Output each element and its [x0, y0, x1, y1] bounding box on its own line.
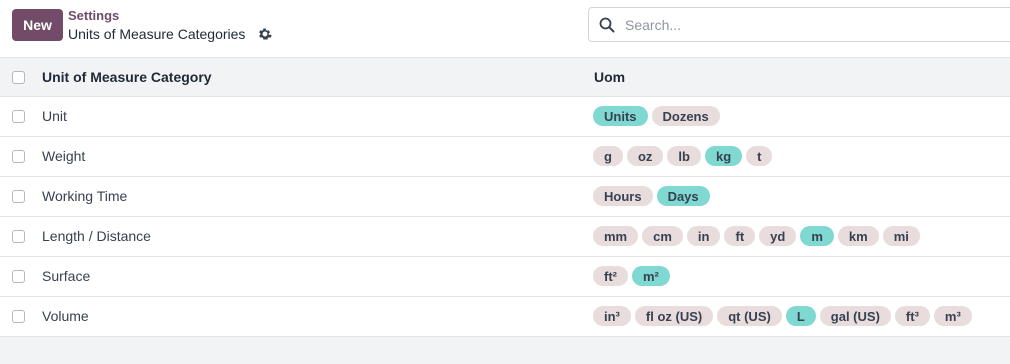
row-checkbox[interactable] — [12, 310, 25, 323]
column-header-uom[interactable]: Uom — [594, 69, 625, 85]
control-panel: New Settings Units of Measure Categories — [0, 0, 1010, 58]
table-row[interactable]: Weight g oz lb kg t — [0, 137, 1010, 177]
search-input[interactable] — [625, 8, 1005, 41]
uom-tags: Units Dozens — [593, 106, 720, 126]
gear-icon[interactable] — [258, 27, 272, 41]
uom-tag: ft — [724, 226, 756, 246]
uom-category-table: Unit of Measure Category Uom Unit Units Do… — [0, 58, 1010, 337]
uom-tag: ft² — [593, 266, 628, 286]
uom-tag: Hours — [593, 186, 653, 206]
uom-tag-reference: Days — [656, 186, 710, 206]
uom-tags: ft² m² — [593, 266, 670, 286]
column-header-category[interactable]: Unit of Measure Category — [42, 69, 212, 85]
uom-tag: mi — [882, 226, 920, 246]
uom-tag: t — [746, 146, 773, 166]
uom-tag: cm — [642, 226, 683, 246]
table-row[interactable]: Volume in³ fl oz (US) qt (US) Lgal (US) ft³ m³ — [0, 297, 1010, 337]
row-checkbox[interactable] — [12, 110, 25, 123]
uom-tag: m³ — [933, 306, 972, 326]
search-icon — [599, 17, 615, 33]
table-header: Unit of Measure Category Uom — [0, 58, 1010, 97]
uom-tag: yd — [759, 226, 797, 246]
uom-tag-reference: m — [800, 226, 834, 246]
uom-tag: g — [593, 146, 623, 166]
category-name: Unit — [42, 108, 67, 124]
uom-tag: qt (US) — [717, 306, 782, 326]
category-name: Length / Distance — [42, 228, 151, 244]
search-box[interactable] — [588, 7, 1010, 42]
row-checkbox[interactable] — [12, 190, 25, 203]
table-row[interactable]: Working Time Hours Days — [0, 177, 1010, 217]
category-name: Surface — [42, 268, 91, 284]
uom-tags: mm cm in ft yd m km mi — [593, 226, 920, 246]
row-checkbox[interactable] — [12, 150, 25, 163]
uom-tag: Dozens — [651, 106, 720, 126]
uom-tag: lb — [667, 146, 701, 166]
uom-tag: mm — [593, 226, 639, 246]
breadcrumb-settings[interactable]: Settings — [68, 8, 119, 23]
category-name: Volume — [42, 308, 89, 324]
uom-tags: in³ fl oz (US) qt (US) Lgal (US) ft³ m³ — [593, 306, 972, 326]
uom-tags: Hours Days — [593, 186, 710, 206]
table-row[interactable]: Surface ft² m² — [0, 257, 1010, 297]
uom-tags: g oz lb kg t — [593, 146, 773, 166]
table-row[interactable]: Length / Distance mm cm in ft yd m km mi — [0, 217, 1010, 257]
uom-tag-reference: L — [785, 306, 816, 326]
uom-tag-reference: Units — [593, 106, 648, 126]
row-checkbox[interactable] — [12, 270, 25, 283]
uom-tag: oz — [626, 146, 664, 166]
uom-tag-reference: m² — [632, 266, 670, 286]
new-button[interactable]: New — [12, 9, 63, 41]
uom-tag: km — [837, 226, 879, 246]
uom-tag: in — [686, 226, 721, 246]
table-row[interactable]: Unit Units Dozens — [0, 97, 1010, 137]
uom-tag: gal (US) — [819, 306, 891, 326]
table-body: Unit Units Dozens Weight g oz lb kg t Working Tim… — [0, 97, 1010, 337]
uom-tag-reference: kg — [704, 146, 743, 166]
select-all-checkbox[interactable] — [12, 71, 25, 84]
uom-tag: fl oz (US) — [634, 306, 714, 326]
row-checkbox[interactable] — [12, 230, 25, 243]
page-title: Units of Measure Categories — [68, 26, 246, 42]
category-name: Weight — [42, 148, 86, 164]
uom-tag: in³ — [593, 306, 631, 326]
category-name: Working Time — [42, 188, 128, 204]
uom-tag: ft³ — [894, 306, 930, 326]
